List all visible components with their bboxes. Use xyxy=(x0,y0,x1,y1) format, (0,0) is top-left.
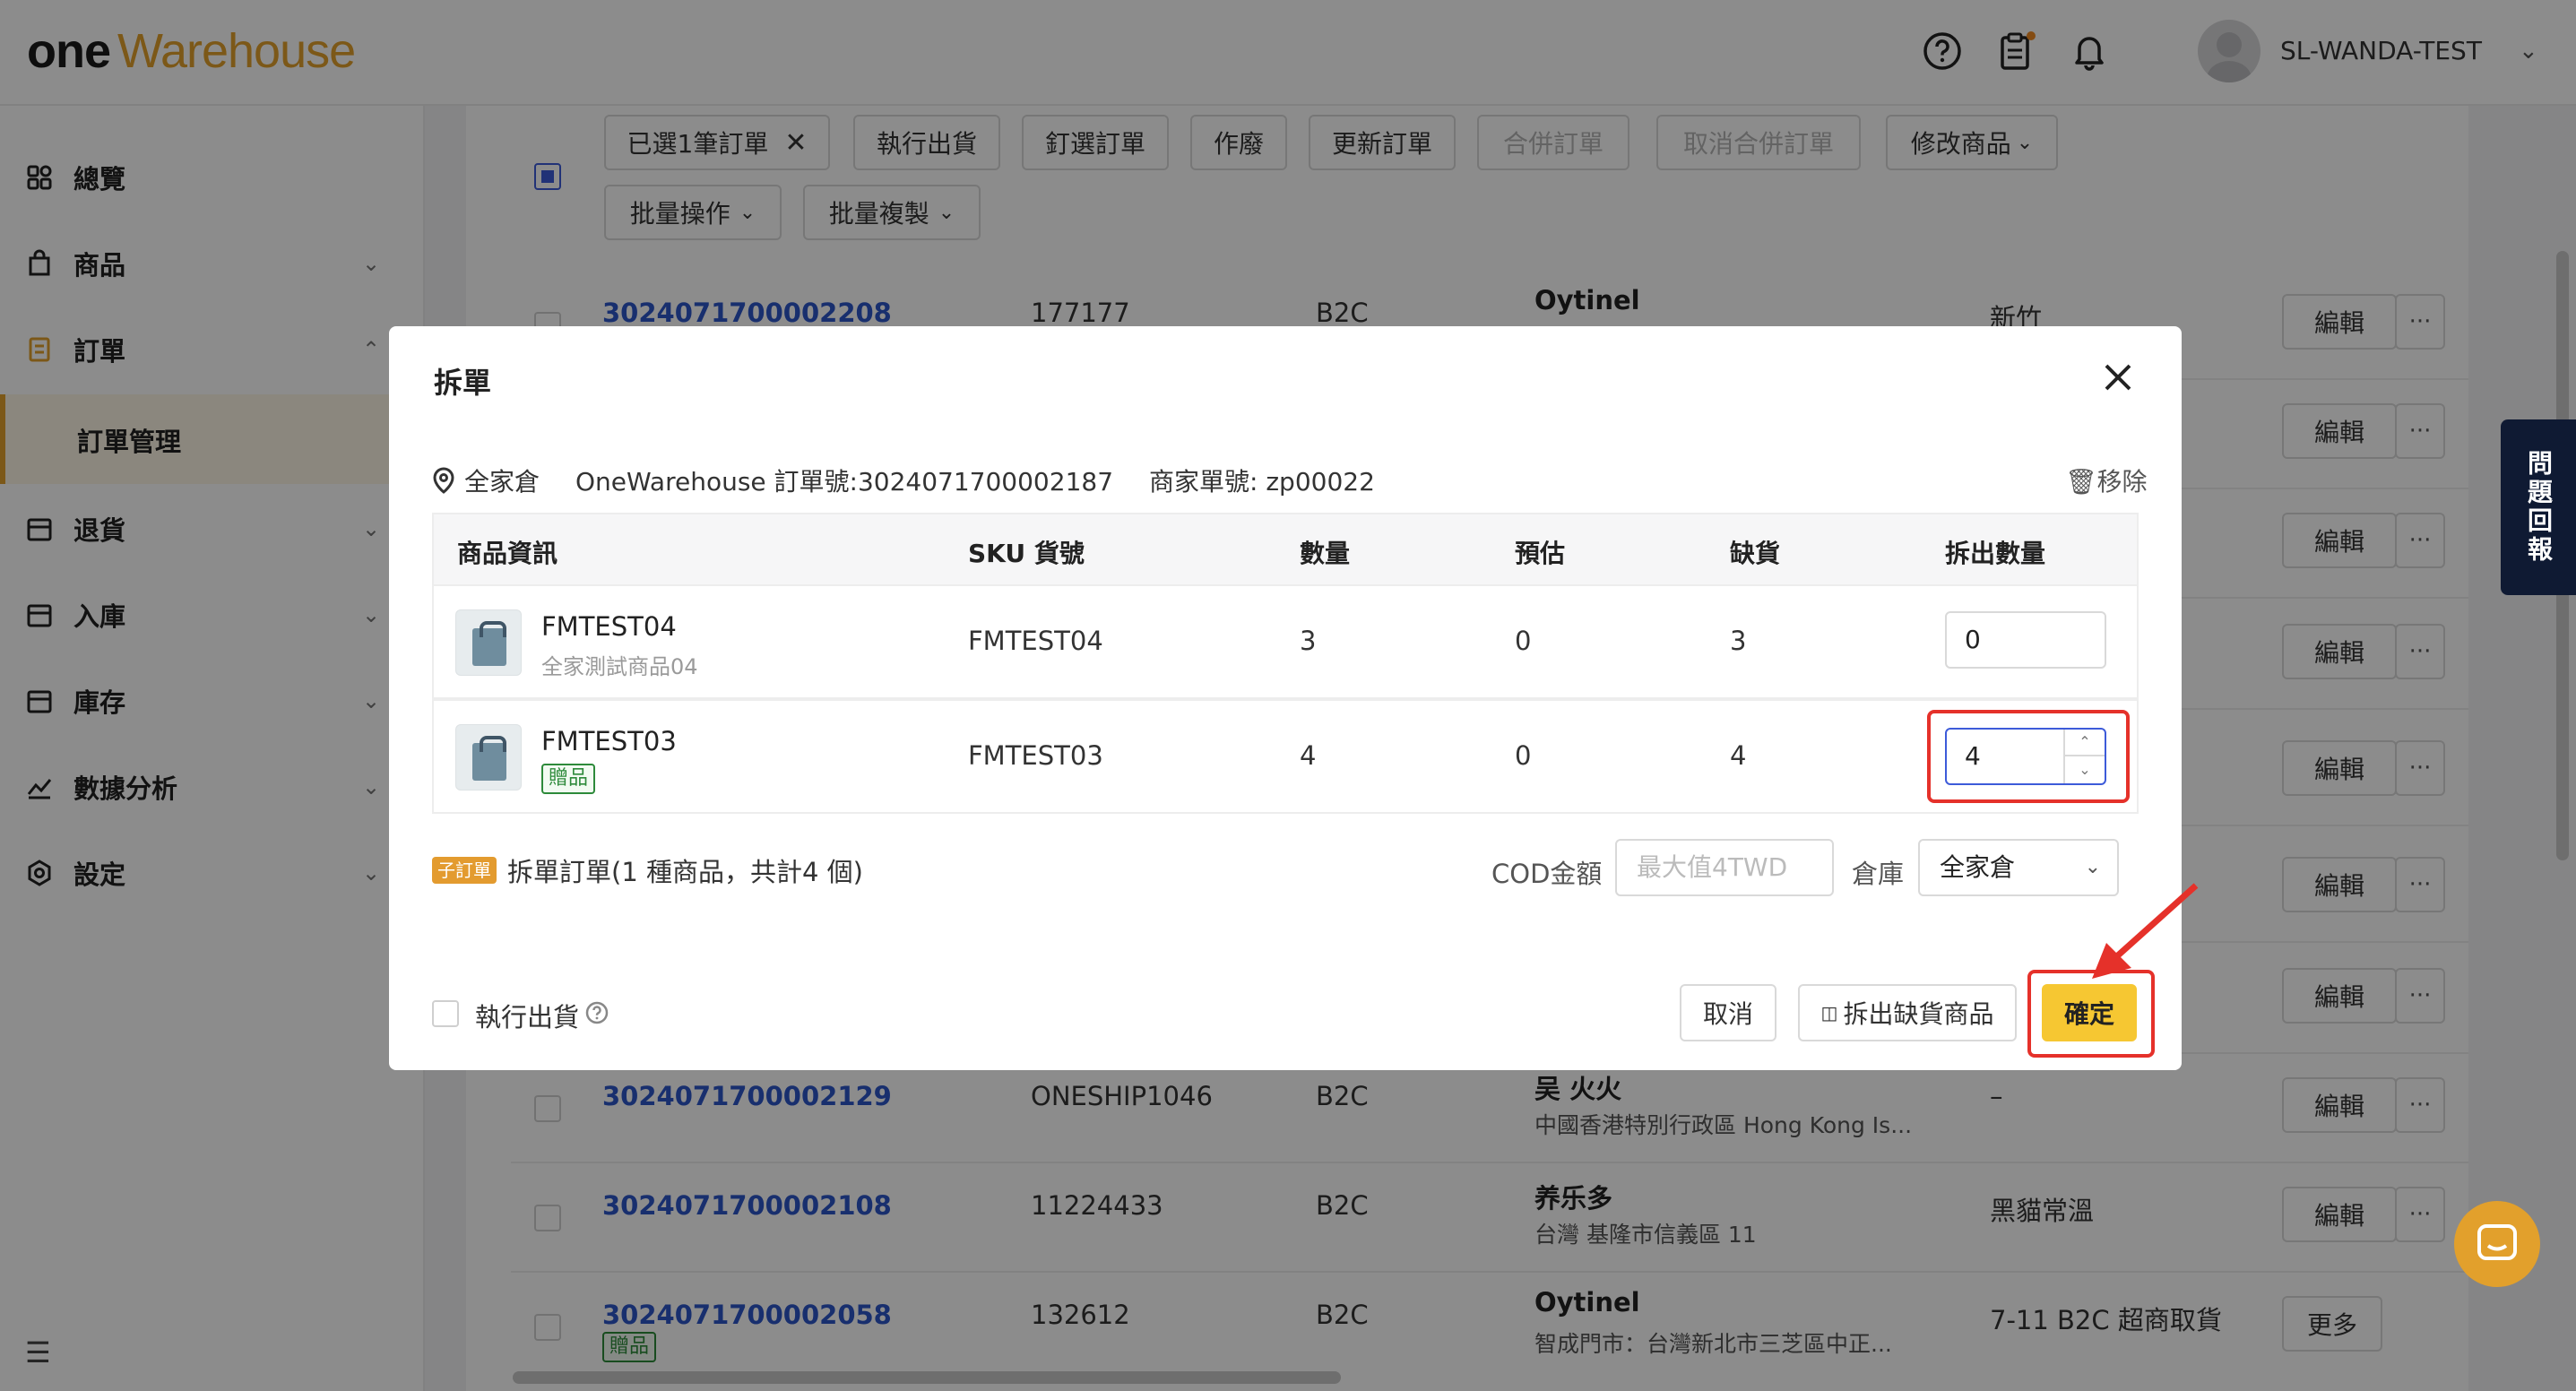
split-shortage-label: 拆出缺貨商品 xyxy=(1843,999,1994,1029)
product-name: FMTEST03 xyxy=(541,726,677,756)
highlight-box xyxy=(1927,710,2130,803)
trash-icon: 🗑 xyxy=(2065,467,2097,497)
estimated: 0 xyxy=(1515,740,1532,771)
warehouse-label: 倉庫 xyxy=(1852,859,1905,889)
order-info-line: 全家倉 OneWarehouse 訂單號:3024071700002187 商家… xyxy=(432,462,1411,498)
cod-label: COD金額 xyxy=(1491,859,1603,889)
sku: FMTEST04 xyxy=(968,626,1103,656)
remove-label: 移除 xyxy=(2096,467,2148,497)
feedback-label: 問題回報 xyxy=(2524,450,2554,565)
split-qty-input[interactable]: 0 xyxy=(1945,611,2106,669)
chat-button[interactable] xyxy=(2454,1201,2540,1287)
table-row: FMTEST03 贈品 FMTEST03 4 0 4 4 ⌃ ⌄ xyxy=(432,699,2139,814)
product-desc: 全家測試商品04 xyxy=(541,654,698,679)
product-name: FMTEST04 xyxy=(541,611,677,642)
col-split-qty: 拆出數量 xyxy=(1945,539,2046,568)
execute-ship-checkbox[interactable] xyxy=(432,1000,459,1027)
chat-icon xyxy=(2477,1224,2517,1260)
location-pin-icon xyxy=(433,467,454,494)
split-icon: ◫ xyxy=(1820,1002,1838,1024)
estimated: 0 xyxy=(1515,626,1532,656)
remove-link[interactable]: 🗑移除 xyxy=(2065,462,2148,498)
sub-order-summary: 拆單訂單(1 種商品，共計4 個) xyxy=(507,857,863,887)
col-product-info: 商品資訊 xyxy=(457,539,558,568)
cancel-button[interactable]: 取消 xyxy=(1680,984,1776,1041)
qty: 3 xyxy=(1300,626,1317,656)
col-estimated: 預估 xyxy=(1515,539,1566,568)
close-icon[interactable] xyxy=(2097,357,2139,398)
sku: FMTEST03 xyxy=(968,740,1103,771)
feedback-tab[interactable]: 問題回報 xyxy=(2501,419,2576,595)
table-row: FMTEST04 全家測試商品04 FMTEST04 3 0 3 0 xyxy=(432,584,2139,699)
col-qty: 數量 xyxy=(1300,539,1351,568)
shortage: 3 xyxy=(1730,626,1747,656)
annotation-arrow xyxy=(2092,883,2199,979)
gift-tag: 贈品 xyxy=(541,764,596,794)
qty: 4 xyxy=(1300,740,1317,771)
col-shortage: 缺貨 xyxy=(1730,539,1781,568)
product-thumbnail xyxy=(455,609,522,676)
table-header: 商品資訊 SKU 貨號 數量 預估 缺貨 拆出數量 xyxy=(432,513,2139,584)
help-icon[interactable] xyxy=(584,1000,609,1025)
col-sku: SKU 貨號 xyxy=(968,539,1085,568)
ow-order-number: OneWarehouse 訂單號:3024071700002187 xyxy=(575,467,1114,497)
dialog-title: 拆單 xyxy=(434,366,492,400)
split-order-dialog: 拆單 全家倉 OneWarehouse 訂單號:3024071700002187… xyxy=(389,326,2182,1070)
split-items-table: 商品資訊 SKU 貨號 數量 預估 缺貨 拆出數量 FMTEST04 全家測試商… xyxy=(432,513,2139,1142)
sub-order-tag: 子訂單 xyxy=(432,857,497,884)
execute-ship-label: 執行出貨 xyxy=(475,1002,580,1032)
merchant-order-number: 商家單號: zp00022 xyxy=(1149,467,1375,497)
split-shortage-button[interactable]: ◫ 拆出缺貨商品 xyxy=(1798,984,2017,1041)
shortage: 4 xyxy=(1730,740,1747,771)
warehouse-select-value: 全家倉 xyxy=(1940,852,2016,882)
cod-amount-input[interactable]: 最大值4TWD xyxy=(1615,839,1834,896)
warehouse-name: 全家倉 xyxy=(464,467,540,497)
product-thumbnail xyxy=(455,724,522,791)
